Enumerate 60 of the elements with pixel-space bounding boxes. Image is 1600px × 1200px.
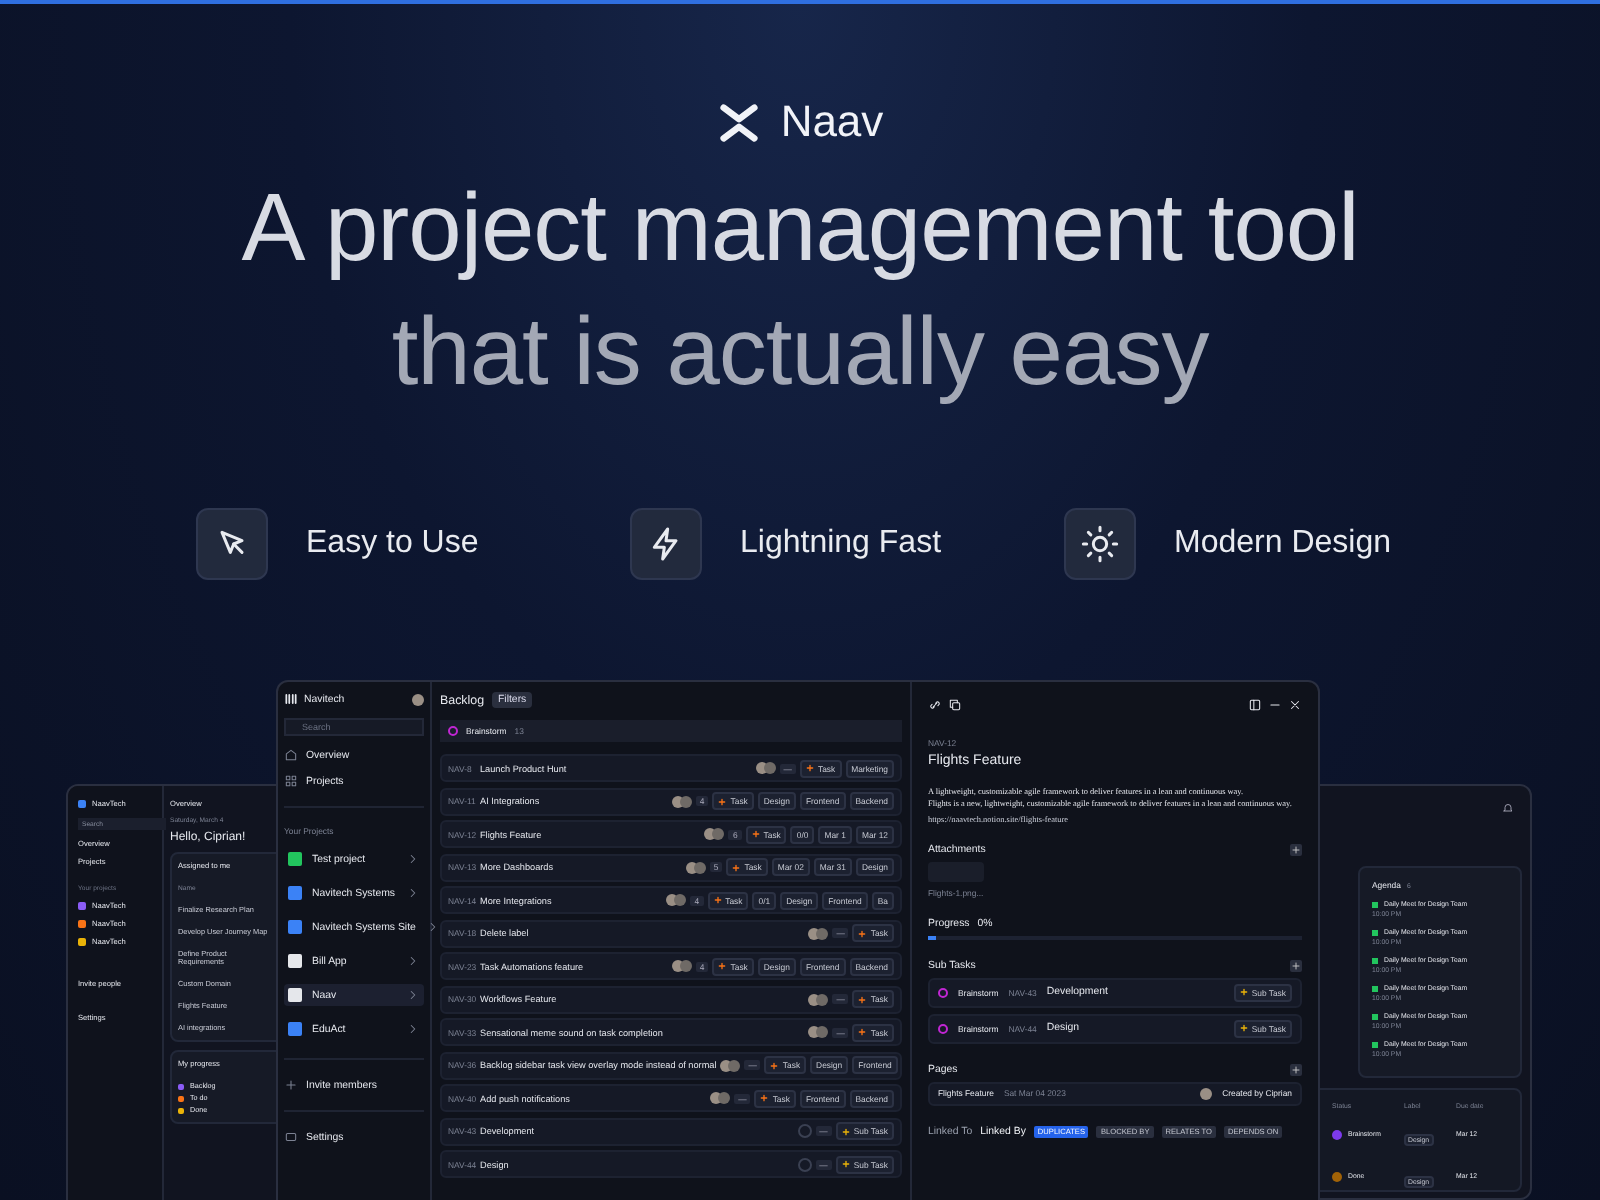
plus-icon [858, 1028, 867, 1036]
plus-icon [760, 1094, 769, 1102]
avatar-group [685, 861, 706, 873]
workspace-icon [78, 800, 86, 808]
feature-label: Lightning Fast [740, 526, 942, 562]
plus-icon [1239, 988, 1248, 996]
grid-icon [284, 774, 298, 788]
status-ring-icon [448, 725, 458, 735]
avatar-group [808, 993, 829, 1005]
avatar-group [671, 960, 692, 972]
feature-label: Modern Design [1174, 526, 1391, 562]
plus-icon [858, 929, 867, 937]
plus-icon [1239, 1024, 1248, 1032]
plus-icon [713, 896, 722, 904]
plus-icon [718, 797, 727, 805]
plus-icon [718, 962, 727, 970]
add-icon [1290, 1063, 1302, 1075]
chevron-icon [406, 852, 420, 866]
chevron-icon [406, 886, 420, 900]
plus-icon [770, 1061, 779, 1069]
chevron-icon [406, 988, 420, 1002]
minimize-icon [1268, 698, 1282, 712]
plus-icon [841, 1160, 850, 1168]
add-icon [1290, 844, 1302, 856]
chevron-icon [406, 1022, 420, 1036]
add-icon [1290, 959, 1302, 971]
workspace-icon [284, 692, 298, 706]
avatar-group [704, 828, 725, 840]
plus-icon [732, 863, 741, 871]
copy-icon [948, 698, 962, 712]
bell-icon [1502, 802, 1514, 814]
avatar-group [755, 762, 776, 774]
avatar-group [710, 1092, 731, 1104]
panel-icon [1248, 698, 1262, 712]
status-ring-icon [938, 987, 948, 997]
plus-icon [841, 1127, 850, 1135]
status-ring-icon [938, 1023, 948, 1033]
plus-icon [805, 764, 814, 772]
link-off-icon [928, 698, 942, 712]
close-icon [1288, 698, 1302, 712]
avatar-group [671, 795, 692, 807]
headline: A project management tool [241, 174, 1359, 286]
avatar-group [720, 1059, 741, 1071]
plus-icon [751, 830, 760, 838]
chevron-icon [406, 954, 420, 968]
sun-icon [1080, 524, 1120, 564]
avatar-group [666, 894, 687, 906]
avatar-group [808, 927, 829, 939]
settings-icon [284, 1130, 298, 1144]
home-icon [284, 748, 298, 762]
chevron-icon [425, 920, 440, 934]
avatar [412, 693, 424, 705]
feature-label: Easy to Use [306, 526, 479, 562]
avatar-group [808, 1026, 829, 1038]
logo-icon [716, 99, 763, 145]
brand-name: Naav [780, 96, 884, 148]
headline: that is actually easy [391, 298, 1209, 410]
plus-icon [284, 1078, 298, 1092]
avatar [1200, 1087, 1213, 1099]
plus-icon [858, 995, 867, 1003]
